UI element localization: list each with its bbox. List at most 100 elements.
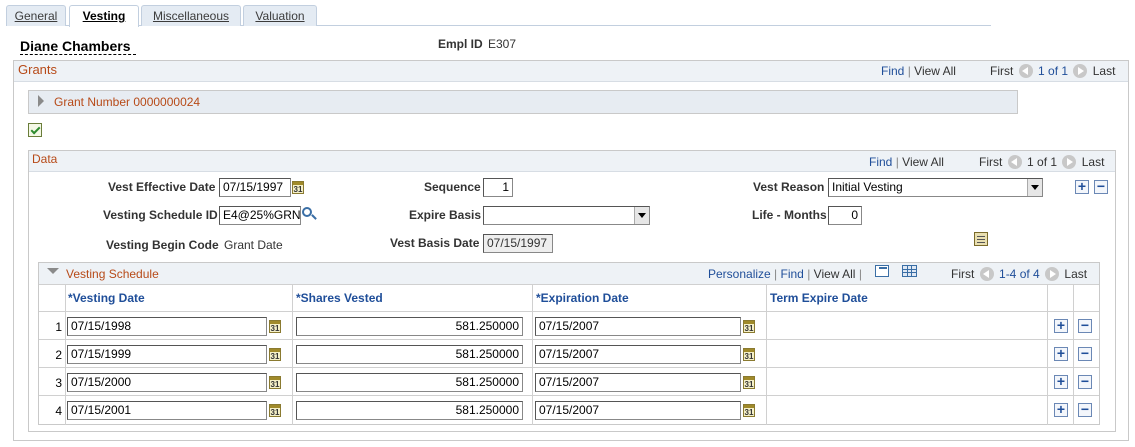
delete-row-button[interactable]: − <box>1078 402 1092 417</box>
calendar-icon[interactable]: 31 <box>743 348 755 361</box>
calendar-icon[interactable]: 31 <box>743 404 755 417</box>
data-nav: Find | View All <box>869 155 944 169</box>
previous-icon[interactable] <box>1018 64 1033 78</box>
data-first[interactable]: First <box>979 155 1002 169</box>
schedule-first[interactable]: First <box>951 267 974 281</box>
next-icon[interactable] <box>1073 64 1088 78</box>
next-icon[interactable] <box>1062 155 1077 169</box>
delete-row-button[interactable]: − <box>1094 179 1108 194</box>
personalize-link[interactable]: Personalize <box>708 267 771 281</box>
add-row-button[interactable]: + <box>1075 179 1089 194</box>
shares-vested-input[interactable]: 581.250000 <box>296 345 523 364</box>
shares-vested-input[interactable]: 581.250000 <box>296 317 523 336</box>
shares-vested-input[interactable]: 581.250000 <box>296 401 523 420</box>
delete-row-button[interactable]: − <box>1078 374 1092 389</box>
next-icon[interactable] <box>1045 267 1060 281</box>
chevron-down-icon[interactable] <box>1027 179 1042 196</box>
column-header-vesting-date[interactable]: *Vesting Date <box>68 291 145 305</box>
add-row-button[interactable]: + <box>1054 318 1068 333</box>
delete-row-button[interactable]: − <box>1078 318 1092 333</box>
vest-reason-select[interactable]: Initial Vesting <box>828 178 1043 197</box>
calendar-icon[interactable]: 31 <box>743 320 755 333</box>
column-header-shares-vested[interactable]: *Shares Vested <box>296 291 383 305</box>
tab-label: Vesting <box>82 9 126 23</box>
calendar-icon[interactable]: 31 <box>743 376 755 389</box>
expiration-date-input[interactable]: 07/15/2007 <box>535 401 741 420</box>
schedule-pager: First 1-4 of 4 Last <box>951 267 1087 281</box>
schedule-find-link[interactable]: Find <box>781 267 804 281</box>
expiration-date-input[interactable]: 07/15/2007 <box>535 373 741 392</box>
tab-general[interactable]: General <box>6 5 66 26</box>
collapse-triangle-icon[interactable] <box>47 268 59 274</box>
shares-vested-input[interactable]: 581.250000 <box>296 373 523 392</box>
data-find-link[interactable]: Find <box>869 155 892 169</box>
lookup-icon[interactable] <box>302 207 317 220</box>
grants-first[interactable]: First <box>990 64 1013 78</box>
grants-last[interactable]: Last <box>1093 64 1116 78</box>
expiration-date-input[interactable]: 07/15/2007 <box>535 317 741 336</box>
grants-title: Grants <box>18 62 58 77</box>
calendar-icon[interactable]: 31 <box>292 181 304 194</box>
tab-miscellaneous[interactable]: Miscellaneous <box>141 5 241 26</box>
calendar-icon[interactable]: 31 <box>269 348 281 361</box>
calendar-glyph: 31 <box>270 380 280 389</box>
column-header-expiration-date[interactable]: *Expiration Date <box>536 291 629 305</box>
delete-row-button[interactable]: − <box>1078 346 1092 361</box>
tab-vesting[interactable]: Vesting <box>69 5 139 27</box>
column-header-term-expire-date[interactable]: Term Expire Date <box>770 291 868 305</box>
sequence-label: Sequence <box>424 180 481 194</box>
calendar-icon[interactable]: 31 <box>269 320 281 333</box>
data-view-all-link[interactable]: View All <box>902 155 944 169</box>
life-months-input[interactable]: 0 <box>828 206 862 225</box>
tab-valuation[interactable]: Valuation <box>243 5 317 26</box>
vesting-date-input[interactable]: 07/15/2001 <box>67 401 267 420</box>
previous-icon[interactable] <box>979 267 994 281</box>
schedule-view-all-link[interactable]: View All <box>814 267 856 281</box>
calendar-icon[interactable]: 31 <box>269 404 281 417</box>
grants-count: 1 of 1 <box>1038 64 1069 78</box>
vest-reason-value: Initial Vesting <box>832 180 903 194</box>
add-row-button[interactable]: + <box>1054 402 1068 417</box>
previous-icon[interactable] <box>1007 155 1022 169</box>
grants-find-link[interactable]: Find <box>881 64 904 78</box>
data-count: 1 of 1 <box>1027 155 1058 169</box>
vesting-schedule-id-label: Vesting Schedule ID <box>103 208 218 222</box>
expire-basis-label: Expire Basis <box>409 208 482 222</box>
separator: | <box>858 267 862 281</box>
grid-line <box>39 395 1099 396</box>
checklist-icon[interactable] <box>28 123 42 137</box>
calendar-glyph: 31 <box>270 324 280 333</box>
data-last[interactable]: Last <box>1082 155 1105 169</box>
expand-triangle-icon[interactable] <box>38 95 44 107</box>
sequence-input[interactable]: 1 <box>483 178 513 197</box>
vesting-date-input[interactable]: 07/15/1999 <box>67 345 267 364</box>
calendar-icon[interactable]: 31 <box>269 376 281 389</box>
notes-icon[interactable] <box>974 232 988 246</box>
page-tabs: General Vesting Miscellaneous Valuation <box>6 5 991 27</box>
row-number: 3 <box>55 376 62 390</box>
vest-effective-date-input[interactable]: 07/15/1997 <box>219 178 291 197</box>
grid-line <box>1047 284 1048 425</box>
vesting-date-input[interactable]: 07/15/1998 <box>67 317 267 336</box>
grid-line <box>39 284 1099 285</box>
download-grid-icon[interactable] <box>902 265 917 277</box>
employee-name: Diane Chambers <box>20 38 131 54</box>
grid-line <box>532 284 533 425</box>
vesting-schedule-id-input[interactable]: E4@25%GRN <box>219 206 301 225</box>
separator: | <box>895 155 899 169</box>
chevron-down-icon[interactable] <box>634 207 649 224</box>
new-window-icon[interactable] <box>875 265 889 277</box>
grid-line <box>39 367 1099 368</box>
separator: | <box>907 64 911 78</box>
add-row-button[interactable]: + <box>1054 346 1068 361</box>
separator: | <box>807 267 811 281</box>
grid-line <box>766 284 767 425</box>
expire-basis-select[interactable] <box>483 206 650 225</box>
add-row-button[interactable]: + <box>1054 374 1068 389</box>
schedule-last[interactable]: Last <box>1064 267 1087 281</box>
employee-name-underline <box>20 54 136 55</box>
expiration-date-input[interactable]: 07/15/2007 <box>535 345 741 364</box>
vesting-date-input[interactable]: 07/15/2000 <box>67 373 267 392</box>
vest-basis-date-field: 07/15/1997 <box>483 234 553 253</box>
grants-view-all-link[interactable]: View All <box>914 64 956 78</box>
